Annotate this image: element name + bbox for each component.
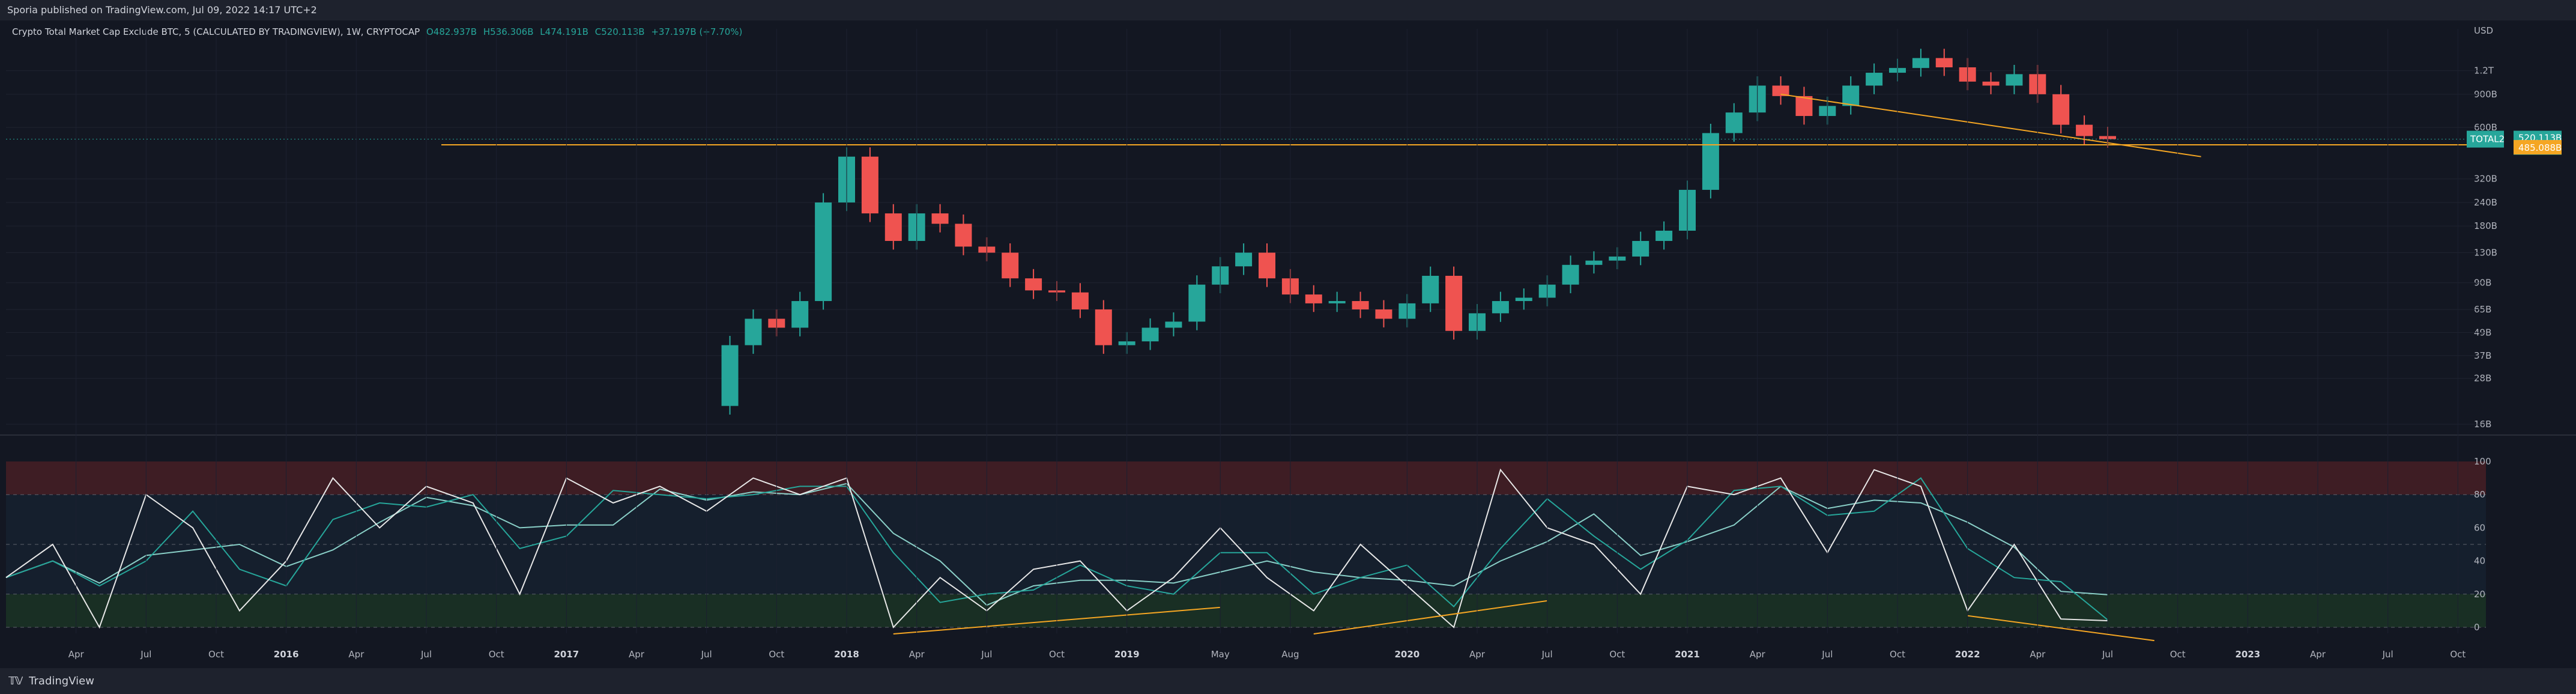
overbought-band [6,461,2486,495]
time-tick-label: Jul [981,649,992,660]
candle-body [1866,73,1883,86]
time-tick-label: Oct [208,649,224,660]
time-tick-label: Jul [2382,649,2393,660]
candle-body [1982,81,2000,86]
time-tick-label: Oct [1609,649,1625,660]
candle-body [2076,124,2093,136]
candle-body [1025,278,1042,291]
candle-body [1305,294,1322,303]
time-tick-label: Apr [909,649,925,660]
time-tick-label: Jul [2102,649,2113,660]
candle-body [1725,112,1743,133]
time-tick-label: May [1211,649,1230,660]
footer-bar: 𝕋𝕍 TradingView [0,668,2576,694]
symbol-badge-text: TOTAL2 [2470,134,2505,145]
time-tick-label: Oct [769,649,784,660]
candle-body [2052,94,2070,125]
candle-body [1235,252,1253,267]
time-tick-label: 2017 [554,649,579,660]
oscillator-tick-label: 100 [2474,456,2491,467]
time-tick-label: 2021 [1675,649,1700,660]
candle-body [721,345,739,406]
time-tick-label: Oct [2450,649,2466,660]
candle-body [791,301,809,328]
time-tick-label: Jul [1541,649,1553,660]
candle-body [1352,301,1369,309]
candle-body [1422,276,1439,303]
time-tick-label: Jul [1821,649,1833,660]
price-unit-label: USD [2474,25,2493,36]
time-tick-label: 2022 [1955,649,1980,660]
chart-canvas[interactable]: 1.2T900B600B320B240B180B130B90B65B49B37B… [0,20,2576,668]
time-tick-label: Apr [629,649,645,660]
time-tick-label: Jul [420,649,432,660]
time-axis: Apr Jul Oct 2016 Apr Jul Oct 2017 Apr Jul Oct 2018 A… [68,649,2466,660]
time-tick-label: Oct [2170,649,2186,660]
candle-body [1188,284,1206,322]
candle-body [1655,230,1673,242]
candle-body [1141,327,1159,342]
candle-body [2006,74,2023,86]
brand-name[interactable]: TradingView [29,675,94,687]
time-tick-label: 2016 [274,649,299,660]
oversold-band [6,594,2486,627]
candle-body [1002,252,1019,279]
candle-body [1071,292,1089,309]
time-tick-label: Apr [348,649,364,660]
candle-body [1562,264,1579,285]
time-tick-label: Apr [2030,649,2046,660]
descending-trendline [1780,93,2201,157]
candle-body [1259,252,1275,279]
candles [721,49,2116,415]
candle-body [861,156,878,214]
oscillator-tick-label: 20 [2474,589,2485,600]
time-tick-label: 2019 [1114,649,1140,660]
candle-body [955,224,972,247]
time-tick-label: 2018 [834,649,859,660]
candle-body [1935,58,1953,68]
price-axis: 1.2T900B600B320B240B180B130B90B65B49B37B… [2474,25,2497,430]
time-tick-label: Jul [140,649,151,660]
time-tick-label: Oct [1049,649,1065,660]
time-tick-label: 2020 [1394,649,1420,660]
candle-body [1912,58,1929,68]
time-tick-label: Jul [701,649,712,660]
candle-body [931,213,949,224]
candle-body [745,318,762,345]
oscillator-tick-label: 60 [2474,522,2485,533]
candle-body [1492,301,1509,314]
time-tick-label: 2023 [2235,649,2260,660]
candle-body [815,202,832,302]
level-badge-text: 485.088B [2518,142,2562,153]
price-badges: TOTAL2520.113B1d 12h485.088B [2467,130,2562,155]
candle-body [1632,241,1649,257]
time-tick-label: Apr [68,649,85,660]
candle-body [1375,309,1392,319]
candle-body [1165,321,1182,328]
candle-body [1585,260,1603,265]
candle-body [1842,85,1860,106]
candle-body [1095,309,1112,345]
oscillator-tick-label: 40 [2474,556,2485,567]
candle-body [1328,301,1346,303]
time-tick-label: Oct [1890,649,1905,660]
time-tick-label: Apr [2310,649,2326,660]
oscillator-tick-label: 0 [2474,622,2480,633]
candle-body [1702,133,1719,190]
time-tick-label: Oct [489,649,504,660]
publish-info: Sporia published on TradingView.com, Jul… [0,0,2576,20]
time-tick-label: Aug [1281,649,1299,660]
candle-body [1445,276,1463,331]
tradingview-logo-icon: 𝕋𝕍 [8,675,23,687]
candle-body [884,213,902,242]
time-tick-label: Apr [1750,649,1766,660]
time-tick-label: Apr [1469,649,1486,660]
candle-body [1515,297,1532,302]
oscillator-tick-label: 80 [2474,489,2485,500]
